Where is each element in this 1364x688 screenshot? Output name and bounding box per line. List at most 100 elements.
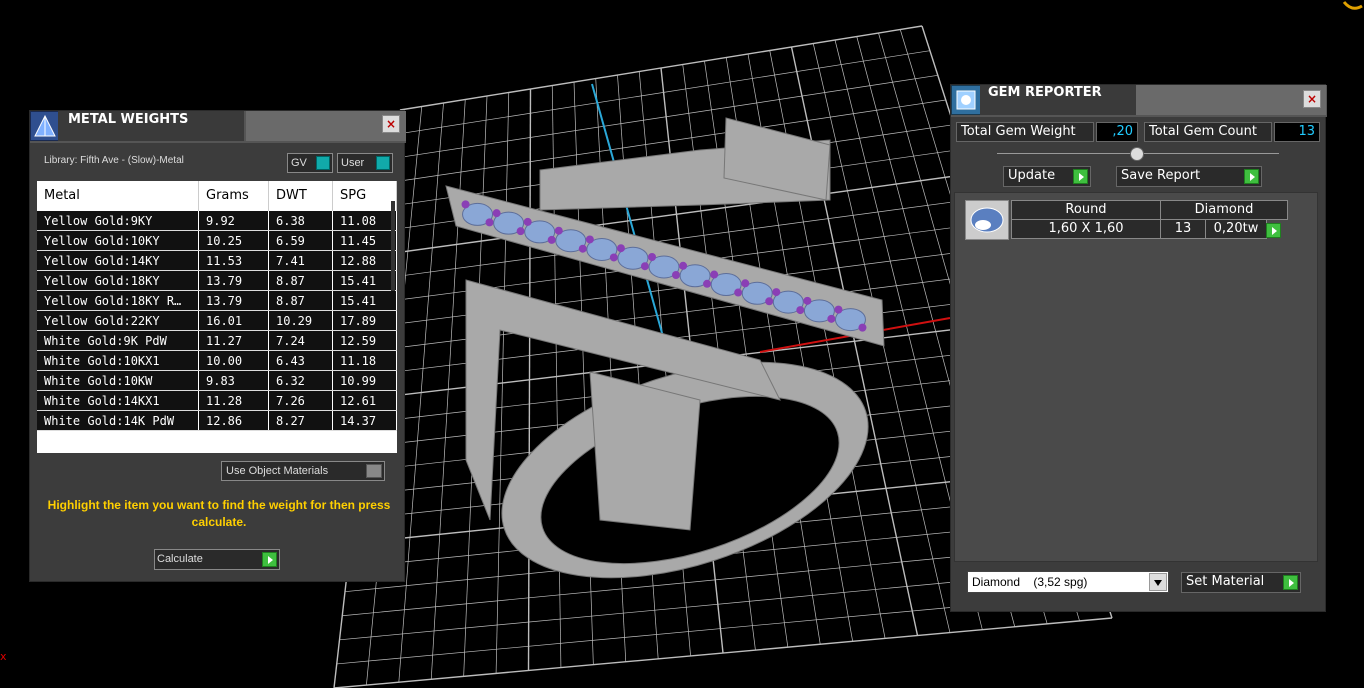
metal-weights-close-button[interactable]: × [382, 115, 400, 133]
metal-table-body: Yellow Gold:9KY 9.92 6.38 11.08 Yellow Gold:… [37, 211, 397, 431]
gem-reporter-titlebar[interactable]: GEM REPORTER × [951, 85, 1327, 117]
prong [803, 296, 812, 305]
cell-spg: 12.88 [333, 251, 397, 270]
table-row[interactable]: Yellow Gold:10KY 10.25 6.59 11.45 [37, 231, 397, 251]
column-header-dwt[interactable]: DWT [269, 181, 333, 211]
table-row[interactable]: Yellow Gold:22KY 16.01 10.29 17.89 [37, 311, 397, 331]
prong [741, 279, 750, 288]
prong [858, 323, 867, 332]
calculate-button[interactable]: Calculate [154, 549, 280, 570]
gv-toggle-label: GV [291, 157, 307, 169]
metal-table-vscrollbar[interactable] [391, 201, 395, 291]
prong [765, 297, 774, 306]
prong [492, 209, 501, 218]
table-row[interactable]: Yellow Gold:18KY 13.79 8.87 15.41 [37, 271, 397, 291]
cell-spg: 12.61 [333, 391, 397, 410]
column-header-metal[interactable]: Metal [37, 181, 199, 211]
prong [796, 306, 805, 315]
instruction-text: Highlight the item you want to find the … [47, 498, 391, 529]
gem-reporter-close-button[interactable]: × [1303, 90, 1321, 108]
prong [485, 218, 494, 227]
gem-slider-knob[interactable] [1130, 147, 1144, 161]
prong [585, 235, 594, 244]
prong [703, 279, 712, 288]
gem-count: 13 [1160, 219, 1206, 239]
cell-spg: 14.37 [333, 411, 397, 430]
table-row[interactable]: Yellow Gold:9KY 9.92 6.38 11.08 [37, 211, 397, 231]
gem-select-play-icon[interactable] [1266, 223, 1281, 238]
prong [516, 227, 525, 236]
cell-grams: 11.27 [199, 331, 269, 350]
gem-reporter-icon [951, 85, 981, 115]
cell-spg: 11.08 [333, 211, 397, 230]
use-object-materials-option[interactable]: Use Object Materials [221, 461, 385, 481]
cell-spg: 11.18 [333, 351, 397, 370]
use-object-materials-radio[interactable] [366, 464, 382, 478]
prong [609, 253, 618, 262]
user-toggle-knob [376, 156, 390, 170]
view-cube-icon[interactable] [1340, 0, 1364, 10]
user-toggle[interactable]: User [337, 153, 393, 173]
cell-metal: White Gold:14K PdW [37, 411, 199, 430]
table-row[interactable]: White Gold:14KX1 11.28 7.26 12.61 [37, 391, 397, 411]
table-row[interactable]: White Gold:14K PdW 12.86 8.27 14.37 [37, 411, 397, 431]
prong [554, 226, 563, 235]
save-report-button[interactable]: Save Report [1116, 166, 1262, 187]
prong [640, 262, 649, 271]
cell-spg: 15.41 [333, 271, 397, 290]
cell-dwt: 6.32 [269, 371, 333, 390]
cell-metal: White Gold:14KX1 [37, 391, 199, 410]
calculate-play-icon[interactable] [262, 552, 277, 567]
ring-center-bar [589, 371, 701, 531]
update-play-icon[interactable] [1073, 169, 1088, 184]
save-report-play-icon[interactable] [1244, 169, 1259, 184]
metal-weights-titlebar[interactable]: METAL WEIGHTS × [30, 111, 406, 143]
cell-dwt: 7.26 [269, 391, 333, 410]
cell-grams: 12.86 [199, 411, 269, 430]
metal-weights-icon [30, 111, 60, 141]
prong [827, 314, 836, 323]
column-header-spg[interactable]: SPG [333, 181, 397, 211]
table-row[interactable]: White Gold:9K PdW 11.27 7.24 12.59 [37, 331, 397, 351]
prong [616, 244, 625, 253]
set-material-label: Set Material [1186, 574, 1265, 589]
update-button[interactable]: Update [1003, 166, 1091, 187]
table-row[interactable]: Yellow Gold:18KY R… 13.79 8.87 15.41 [37, 291, 397, 311]
prong [772, 288, 781, 297]
cell-metal: Yellow Gold:18KY [37, 271, 199, 290]
gem-shape: Round [1011, 200, 1161, 220]
gem-material: Diamond [1160, 200, 1288, 220]
cell-metal: White Gold:9K PdW [37, 331, 199, 350]
table-row[interactable]: Yellow Gold:14KY 11.53 7.41 12.88 [37, 251, 397, 271]
chevron-down-icon[interactable] [1149, 573, 1167, 591]
total-gem-weight-value: ,20 [1096, 122, 1138, 142]
cell-metal: White Gold:10KW [37, 371, 199, 390]
cell-dwt: 7.24 [269, 331, 333, 350]
prong [672, 271, 680, 279]
library-label: Library: Fifth Ave - (Slow)-Metal [44, 155, 184, 166]
gv-toggle-knob [316, 156, 330, 170]
total-gem-weight-label: Total Gem Weight [956, 122, 1094, 142]
set-material-button[interactable]: Set Material [1181, 572, 1301, 593]
cell-dwt: 8.87 [269, 291, 333, 310]
use-object-materials-label: Use Object Materials [226, 465, 329, 477]
column-header-grams[interactable]: Grams [199, 181, 269, 211]
gem-thumbnail[interactable] [965, 200, 1009, 240]
set-material-play-icon[interactable] [1283, 575, 1298, 590]
cell-grams: 9.92 [199, 211, 269, 230]
table-row[interactable]: White Gold:10KW 9.83 6.32 10.99 [37, 371, 397, 391]
cell-grams: 10.25 [199, 231, 269, 250]
gv-toggle[interactable]: GV [287, 153, 333, 173]
gem-reporter-panel: GEM REPORTER × Total Gem Weight ,20 Tota… [950, 84, 1327, 612]
cell-spg: 12.59 [333, 331, 397, 350]
cell-grams: 16.01 [199, 311, 269, 330]
cell-dwt: 7.41 [269, 251, 333, 270]
cell-metal: Yellow Gold:18KY R… [37, 291, 199, 310]
cell-dwt: 6.59 [269, 231, 333, 250]
gem-reporter-title: GEM REPORTER [980, 85, 1136, 115]
table-row[interactable]: White Gold:10KX1 10.00 6.43 11.18 [37, 351, 397, 371]
cell-dwt: 6.38 [269, 211, 333, 230]
cell-metal: Yellow Gold:22KY [37, 311, 199, 330]
material-select[interactable]: Diamond (3,52 spg) [967, 571, 1169, 593]
cell-grams: 9.83 [199, 371, 269, 390]
